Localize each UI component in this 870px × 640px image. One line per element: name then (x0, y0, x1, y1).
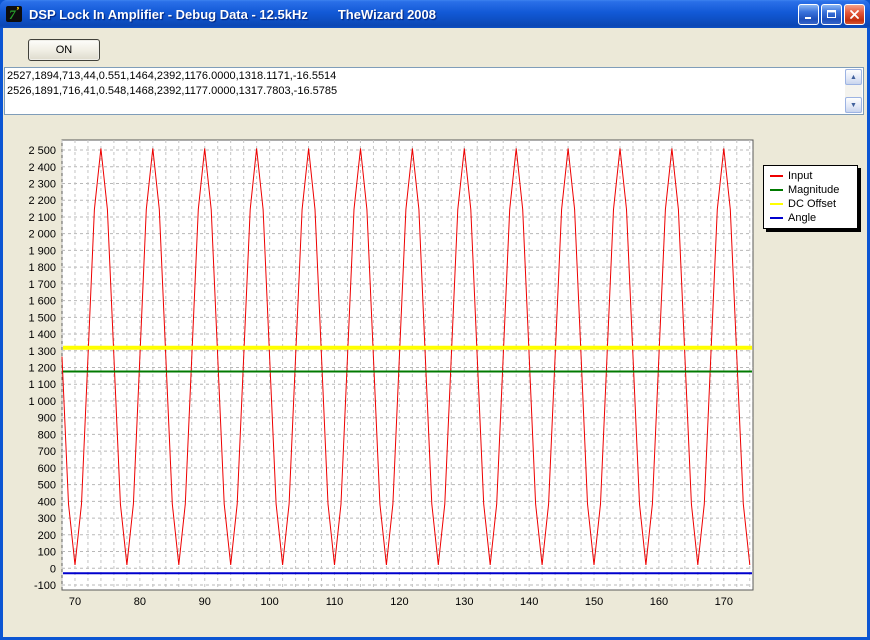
svg-text:0: 0 (50, 563, 56, 575)
close-icon (849, 9, 860, 20)
arrow-up-icon: ▲ (850, 74, 857, 81)
debug-line: 2526,1891,716,41,0.548,1468,2392,1177.00… (7, 84, 843, 99)
maximize-icon (826, 9, 837, 20)
legend-label: Angle (788, 212, 816, 224)
svg-text:1 300: 1 300 (28, 346, 56, 358)
debug-output[interactable]: 2527,1894,713,44,0.551,1464,2392,1176.00… (4, 67, 864, 115)
window-controls (798, 4, 865, 25)
legend-label: Magnitude (788, 184, 839, 196)
legend-item: DC Offset (770, 197, 851, 211)
legend-swatch-magnitude (770, 189, 783, 191)
svg-text:130: 130 (455, 596, 473, 608)
svg-text:1 500: 1 500 (28, 312, 56, 324)
svg-text:110: 110 (326, 596, 344, 608)
legend-swatch-input (770, 175, 783, 177)
scroll-up-button[interactable]: ▲ (845, 69, 862, 85)
window-title-credit: TheWizard 2008 (338, 7, 436, 22)
debug-line: 2527,1894,713,44,0.551,1464,2392,1176.00… (7, 69, 843, 84)
svg-text:600: 600 (38, 463, 56, 475)
svg-text:300: 300 (38, 513, 56, 525)
svg-text:120: 120 (390, 596, 408, 608)
scroll-down-button[interactable]: ▼ (845, 97, 862, 113)
legend-item: Angle (770, 211, 851, 225)
legend-label: DC Offset (788, 198, 836, 210)
svg-text:7: 7 (9, 7, 16, 22)
debug-scrollbar[interactable]: ▲ ▼ (845, 69, 862, 113)
legend-label: Input (788, 170, 812, 182)
svg-text:’: ’ (16, 5, 20, 17)
maximize-button[interactable] (821, 4, 842, 25)
svg-text:2 400: 2 400 (28, 162, 56, 174)
svg-text:1 600: 1 600 (28, 296, 56, 308)
svg-text:80: 80 (134, 596, 146, 608)
svg-text:500: 500 (38, 480, 56, 492)
svg-text:100: 100 (38, 547, 56, 559)
app-window: 7 ’ DSP Lock In Amplifier - Debug Data -… (0, 0, 870, 640)
chart-plot: -10001002003004005006007008009001 0001 1… (4, 127, 865, 633)
arrow-down-icon: ▼ (850, 102, 857, 109)
svg-text:200: 200 (38, 530, 56, 542)
svg-text:1 800: 1 800 (28, 262, 56, 274)
svg-text:2 200: 2 200 (28, 195, 56, 207)
debug-lines: 2527,1894,713,44,0.551,1464,2392,1176.00… (7, 69, 843, 113)
minimize-icon (803, 9, 814, 20)
svg-text:90: 90 (199, 596, 211, 608)
legend-swatch-angle (770, 217, 783, 219)
legend-item: Input (770, 169, 851, 183)
svg-text:700: 700 (38, 446, 56, 458)
svg-text:1 700: 1 700 (28, 279, 56, 291)
svg-text:1 900: 1 900 (28, 245, 56, 257)
svg-text:400: 400 (38, 496, 56, 508)
svg-text:2 500: 2 500 (28, 145, 56, 157)
scroll-track[interactable] (845, 85, 862, 97)
legend-swatch-dc-offset (770, 203, 783, 205)
svg-text:2 300: 2 300 (28, 178, 56, 190)
svg-text:900: 900 (38, 413, 56, 425)
minimize-button[interactable] (798, 4, 819, 25)
svg-text:140: 140 (520, 596, 538, 608)
svg-text:2 000: 2 000 (28, 229, 56, 241)
svg-text:100: 100 (260, 596, 278, 608)
svg-text:-100: -100 (34, 580, 56, 592)
svg-text:800: 800 (38, 429, 56, 441)
window-title: DSP Lock In Amplifier - Debug Data - 12.… (29, 7, 308, 22)
svg-text:1 100: 1 100 (28, 379, 56, 391)
svg-text:1 000: 1 000 (28, 396, 56, 408)
client-area: ON 2527,1894,713,44,0.551,1464,2392,1176… (3, 28, 867, 637)
chart-legend: Input Magnitude DC Offset Angle (763, 165, 858, 229)
close-button[interactable] (844, 4, 865, 25)
svg-text:70: 70 (69, 596, 81, 608)
svg-text:160: 160 (650, 596, 668, 608)
on-button[interactable]: ON (28, 39, 100, 61)
title-bar[interactable]: 7 ’ DSP Lock In Amplifier - Debug Data -… (0, 0, 870, 28)
svg-text:1 200: 1 200 (28, 363, 56, 375)
legend-item: Magnitude (770, 183, 851, 197)
svg-text:150: 150 (585, 596, 603, 608)
app-icon: 7 ’ (6, 5, 24, 23)
svg-text:170: 170 (715, 596, 733, 608)
chart-panel: -10001002003004005006007008009001 0001 1… (4, 127, 865, 633)
svg-text:1 400: 1 400 (28, 329, 56, 341)
svg-text:2 100: 2 100 (28, 212, 56, 224)
